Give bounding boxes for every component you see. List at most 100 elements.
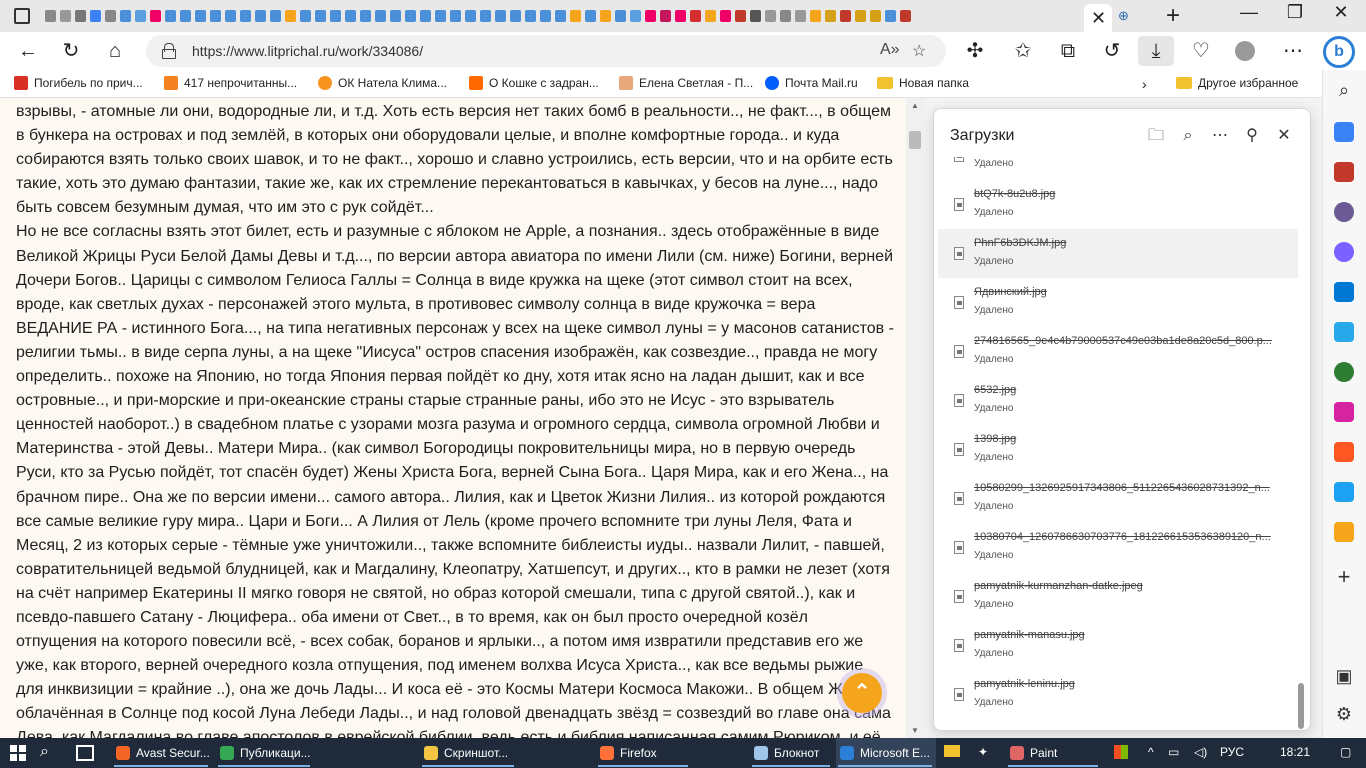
settings-icon[interactable]: ⚙	[1331, 704, 1357, 725]
shopping-icon[interactable]	[1334, 122, 1354, 142]
start-button[interactable]	[10, 745, 26, 761]
pinned-tab-icon[interactable]	[614, 6, 627, 26]
search-icon[interactable]: ⌕	[1175, 123, 1201, 149]
pinned-tab-icon[interactable]	[344, 6, 357, 26]
taskbar-app[interactable]: Firefox	[596, 738, 692, 768]
pinned-tab-icon[interactable]	[884, 6, 897, 26]
volume-icon[interactable]: ◁)	[1194, 745, 1207, 759]
download-filename[interactable]: Ядвинский.jpg	[974, 286, 1286, 298]
microsoft-365-icon[interactable]	[1334, 242, 1354, 262]
download-item[interactable]: 274816565_9e4c4b79000537c49e03ba1de8a20c…	[938, 327, 1298, 376]
download-item[interactable]: 10580299_1326925917343806_51122654360287…	[938, 474, 1298, 523]
taskbar-app[interactable]: Avast Secur...	[112, 738, 212, 768]
downloads-scrollbar[interactable]	[1298, 683, 1304, 729]
pinned-tab-icon[interactable]	[224, 6, 237, 26]
pinned-tab-icon[interactable]	[179, 6, 192, 26]
add-icon[interactable]: +	[1331, 564, 1357, 590]
history-icon[interactable]: ↺	[1097, 36, 1127, 66]
notifications-icon[interactable]: ▢	[1340, 745, 1351, 759]
pinned-tab-icon[interactable]	[824, 6, 837, 26]
more-options-icon[interactable]: ⋯	[1207, 123, 1233, 149]
pinned-tab-icon[interactable]	[449, 6, 462, 26]
pinned-tab-icon[interactable]	[719, 6, 732, 26]
pinned-tab-icon[interactable]	[839, 6, 852, 26]
pinned-tab-icon[interactable]	[419, 6, 432, 26]
tab-actions-icon[interactable]	[14, 8, 30, 24]
extensions-icon[interactable]: ✣	[960, 36, 990, 66]
pinned-tab-icon[interactable]	[734, 6, 747, 26]
url-text[interactable]: https://www.litprichal.ru/work/334086/	[192, 43, 423, 59]
taskbar-app[interactable]: Скриншот...	[420, 738, 518, 768]
telegram-icon[interactable]	[1334, 322, 1354, 342]
pinned-tab-icon[interactable]	[434, 6, 447, 26]
favorites-overflow-icon[interactable]: ›	[1142, 76, 1147, 92]
download-item[interactable]: 6532.jpg Удалено	[938, 376, 1298, 425]
search-icon[interactable]: ⌕	[1331, 80, 1357, 101]
file-explorer-icon[interactable]	[944, 745, 960, 760]
minimize-button[interactable]: —	[1226, 2, 1272, 23]
pinned-tab-icon[interactable]	[89, 6, 102, 26]
pinned-tab-icon[interactable]	[554, 6, 567, 26]
scroll-down-icon[interactable]: ▼	[911, 726, 919, 735]
download-item[interactable]: pamyatnik-leninu.jpg Удалено	[938, 670, 1298, 719]
pinned-tab-icon[interactable]	[464, 6, 477, 26]
favorite-item[interactable]: Почта Mail.ru	[765, 76, 858, 90]
download-filename[interactable]: btQ7k-8u2u8.jpg	[974, 188, 1286, 200]
profile-avatar[interactable]	[1230, 36, 1260, 66]
home-button[interactable]: ⌂	[100, 36, 130, 66]
page-scrollbar[interactable]: ▲ ▼	[906, 98, 924, 738]
taskbar-app[interactable]: Microsoft E...	[836, 738, 936, 768]
outlook-icon[interactable]	[1334, 282, 1354, 302]
pinned-tab-icon[interactable]	[104, 6, 117, 26]
pinned-tab-icon[interactable]	[644, 6, 657, 26]
download-filename[interactable]: pamyatnik-leninu.jpg	[974, 678, 1286, 690]
pinned-tab-icon[interactable]	[284, 6, 297, 26]
pinned-tab-icon[interactable]	[209, 6, 222, 26]
favorite-item[interactable]: ОК Натела Клима...	[318, 76, 447, 90]
search-icon[interactable]: ⌕	[40, 743, 49, 761]
sidebar-toggle-icon[interactable]: ▣	[1331, 666, 1357, 687]
windows-icon[interactable]	[1114, 745, 1128, 762]
active-tab[interactable]: ✕	[1084, 4, 1112, 32]
pinned-tab-icon[interactable]	[404, 6, 417, 26]
pinned-tab-icon[interactable]	[299, 6, 312, 26]
pinned-tab-icon[interactable]	[794, 6, 807, 26]
download-filename[interactable]: 1398.jpg	[974, 433, 1286, 445]
favorites-icon[interactable]: ✩	[1008, 36, 1038, 66]
pinned-tab-icon[interactable]	[314, 6, 327, 26]
favorite-star-icon[interactable]: ☆	[912, 41, 926, 61]
pinned-tab-icon[interactable]	[569, 6, 582, 26]
refresh-button[interactable]: ↻	[56, 36, 86, 66]
pinned-tab-icon[interactable]	[254, 6, 267, 26]
download-item[interactable]: 1398.jpg Удалено	[938, 425, 1298, 474]
download-filename[interactable]: 6532.jpg	[974, 384, 1286, 396]
download-filename[interactable]: pamyatnik-manasu.jpg	[974, 629, 1286, 641]
pinned-tab-icon[interactable]	[659, 6, 672, 26]
pinned-tab-icon[interactable]	[374, 6, 387, 26]
favorite-item[interactable]: Погибель по прич...	[14, 76, 143, 90]
pinned-tab-icon[interactable]	[164, 6, 177, 26]
lock-icon[interactable]	[162, 43, 176, 59]
pinned-tab-icon[interactable]	[134, 6, 147, 26]
other-favorites-folder[interactable]: Другое избранное	[1176, 76, 1298, 90]
scroll-thumb[interactable]	[909, 131, 921, 149]
pinned-tab-icon[interactable]	[44, 6, 57, 26]
download-item[interactable]: pamyatnik-manasu.jpg Удалено	[938, 621, 1298, 670]
pinned-tab-icon[interactable]	[509, 6, 522, 26]
app-icon[interactable]: ✦	[978, 745, 988, 759]
restore-button[interactable]: ❐	[1272, 2, 1318, 23]
new-tab-button[interactable]: +	[1161, 2, 1185, 30]
pinned-tab-icon[interactable]	[779, 6, 792, 26]
pinned-tab-icon[interactable]	[329, 6, 342, 26]
open-folder-icon[interactable]: 🗀	[1143, 123, 1169, 149]
pinned-tab-icon[interactable]	[359, 6, 372, 26]
close-tab-icon[interactable]: ✕	[1091, 8, 1106, 29]
favorite-item[interactable]: 417 непрочитанны...	[164, 76, 297, 90]
pinned-tab-icon[interactable]	[524, 6, 537, 26]
app-icon[interactable]	[1334, 442, 1354, 462]
pinned-tab-icon[interactable]	[269, 6, 282, 26]
tree-icon[interactable]	[1334, 362, 1354, 382]
pinned-tab-icon[interactable]	[629, 6, 642, 26]
instagram-icon[interactable]	[1334, 402, 1354, 422]
download-filename[interactable]: 274816565_9e4c4b79000537c49e03ba1de8a20c…	[974, 335, 1286, 347]
